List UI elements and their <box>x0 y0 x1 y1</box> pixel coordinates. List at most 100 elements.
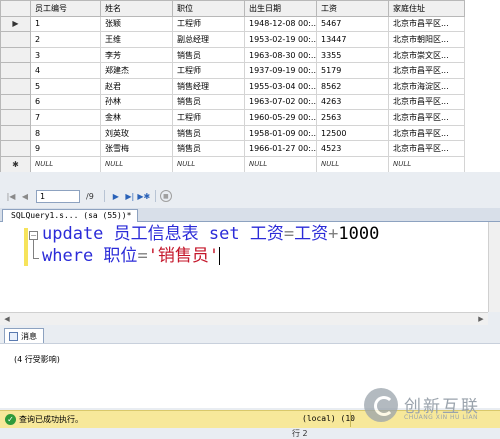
table-cell[interactable]: 销售员 <box>172 140 245 157</box>
table-row[interactable]: 2 王维 副总经理 1953-02-19 00:... 13447 北京市朝阳区... <box>0 31 465 48</box>
row-header[interactable] <box>0 62 31 79</box>
column-header[interactable]: 职位 <box>172 0 245 17</box>
table-cell[interactable]: 李芳 <box>100 46 173 64</box>
sql-editor[interactable]: − update 员工信息表 set 工资=工资+1000 where 职位='… <box>0 222 488 312</box>
table-cell[interactable]: 北京市昌平区... <box>388 15 465 33</box>
row-header[interactable] <box>0 124 31 142</box>
row-header[interactable] <box>0 140 31 157</box>
next-record-icon[interactable]: ▶ <box>109 189 123 203</box>
table-cell[interactable]: 1963-07-02 00:... <box>244 93 317 111</box>
stop-icon[interactable]: ■ <box>159 190 172 202</box>
table-cell[interactable]: 1958-01-09 00:... <box>244 124 317 142</box>
table-row[interactable]: 6 孙林 销售员 1963-07-02 00:... 4263 北京市昌平区... <box>0 93 465 111</box>
null-cell[interactable]: NULL <box>172 155 245 172</box>
table-cell[interactable]: 1966-01-27 00:... <box>244 140 317 157</box>
table-cell[interactable]: 1 <box>30 15 101 33</box>
table-cell[interactable]: 北京市朝阳区... <box>388 31 465 48</box>
row-header[interactable] <box>0 93 31 111</box>
results-grid[interactable]: 员工编号 姓名 职位 出生日期 工资 家庭住址 ▶ 1 张颖 工程师 1948-12-0… <box>0 0 466 172</box>
grid-corner[interactable] <box>0 0 31 17</box>
table-cell[interactable]: 郑建杰 <box>100 62 173 79</box>
table-cell[interactable]: 6 <box>30 93 101 111</box>
editor-horizontal-scrollbar[interactable]: ◀ ▶ <box>0 312 488 325</box>
column-header[interactable]: 家庭住址 <box>388 0 465 17</box>
table-cell[interactable]: 2563 <box>316 109 389 126</box>
null-cell[interactable]: NULL <box>100 155 173 172</box>
table-cell[interactable]: 工程师 <box>172 62 245 79</box>
table-row[interactable]: ▶ 1 张颖 工程师 1948-12-08 00:... 5467 北京市昌平区... <box>0 15 465 33</box>
new-row[interactable]: ✱ NULL NULL NULL NULL NULL NULL <box>0 155 465 172</box>
table-cell[interactable]: 5467 <box>316 15 389 33</box>
table-cell[interactable]: 5 <box>30 77 101 95</box>
table-cell[interactable]: 3355 <box>316 46 389 64</box>
table-cell[interactable]: 3 <box>30 46 101 64</box>
table-cell[interactable]: 8 <box>30 124 101 142</box>
column-header[interactable]: 姓名 <box>100 0 173 17</box>
table-row[interactable]: 7 金林 工程师 1960-05-29 00:... 2563 北京市昌平区... <box>0 109 465 126</box>
column-header[interactable]: 工资 <box>316 0 389 17</box>
new-record-icon[interactable]: ▶✱ <box>137 189 151 203</box>
collapse-icon[interactable]: − <box>29 231 38 240</box>
table-cell[interactable]: 王维 <box>100 31 173 48</box>
row-header[interactable] <box>0 109 31 126</box>
null-cell[interactable]: NULL <box>316 155 389 172</box>
page-number-input[interactable]: 1 <box>36 189 80 203</box>
table-row[interactable]: 4 郑建杰 工程师 1937-09-19 00:... 5179 北京市昌平区... <box>0 62 465 79</box>
row-header[interactable] <box>0 77 31 95</box>
table-cell[interactable]: 13447 <box>316 31 389 48</box>
table-cell[interactable]: 张颖 <box>100 15 173 33</box>
table-cell[interactable]: 工程师 <box>172 109 245 126</box>
scroll-left-icon[interactable]: ◀ <box>2 315 12 323</box>
table-cell[interactable]: 1948-12-08 00:... <box>244 15 317 33</box>
table-cell[interactable]: 1963-08-30 00:... <box>244 46 317 64</box>
table-cell[interactable]: 7 <box>30 109 101 126</box>
table-cell[interactable]: 4523 <box>316 140 389 157</box>
table-cell[interactable]: 北京市昌平区... <box>388 93 465 111</box>
column-header[interactable]: 员工编号 <box>30 0 101 17</box>
tab-messages[interactable]: 消息 <box>4 328 44 343</box>
scroll-right-icon[interactable]: ▶ <box>476 315 486 323</box>
row-header[interactable] <box>0 46 31 64</box>
table-row[interactable]: 8 刘英玫 销售员 1958-01-09 00:... 12500 北京市昌平区... <box>0 124 465 142</box>
table-cell[interactable]: 北京市崇文区... <box>388 46 465 64</box>
table-cell[interactable]: 金林 <box>100 109 173 126</box>
table-cell[interactable]: 销售员 <box>172 46 245 64</box>
column-header[interactable]: 出生日期 <box>244 0 317 17</box>
table-cell[interactable]: 4 <box>30 62 101 79</box>
row-header[interactable] <box>0 31 31 48</box>
previous-record-icon[interactable]: ◀ <box>18 189 32 203</box>
table-cell[interactable]: 1937-09-19 00:... <box>244 62 317 79</box>
table-cell[interactable]: 2 <box>30 31 101 48</box>
new-row-marker[interactable]: ✱ <box>0 155 31 172</box>
tab-sqlquery1[interactable]: SQLQuery1.s... (sa (55))* <box>2 209 139 222</box>
table-row[interactable]: 9 张雪梅 销售员 1966-01-27 00:... 4523 北京市昌平区... <box>0 140 465 157</box>
table-cell[interactable]: 北京市海淀区... <box>388 77 465 95</box>
table-cell[interactable]: 副总经理 <box>172 31 245 48</box>
table-cell[interactable]: 5179 <box>316 62 389 79</box>
table-cell[interactable]: 9 <box>30 140 101 157</box>
table-row[interactable]: 5 赵君 销售经理 1955-03-04 00:... 8562 北京市海淀区... <box>0 77 465 95</box>
table-cell[interactable]: 赵君 <box>100 77 173 95</box>
first-record-icon[interactable]: |◀ <box>4 189 18 203</box>
table-cell[interactable]: 工程师 <box>172 15 245 33</box>
table-cell[interactable]: 8562 <box>316 77 389 95</box>
table-cell[interactable]: 北京市昌平区... <box>388 62 465 79</box>
table-cell[interactable]: 北京市昌平区... <box>388 140 465 157</box>
table-cell[interactable]: 孙林 <box>100 93 173 111</box>
table-cell[interactable]: 北京市昌平区... <box>388 124 465 142</box>
null-cell[interactable]: NULL <box>30 155 101 172</box>
table-cell[interactable]: 1953-02-19 00:... <box>244 31 317 48</box>
table-cell[interactable]: 1960-05-29 00:... <box>244 109 317 126</box>
table-cell[interactable]: 销售员 <box>172 93 245 111</box>
editor-vertical-scrollbar[interactable] <box>488 222 500 312</box>
table-cell[interactable]: 刘英玫 <box>100 124 173 142</box>
row-header[interactable]: ▶ <box>0 15 31 33</box>
table-cell[interactable]: 北京市昌平区... <box>388 109 465 126</box>
table-row[interactable]: 3 李芳 销售员 1963-08-30 00:... 3355 北京市崇文区... <box>0 46 465 64</box>
table-cell[interactable]: 1955-03-04 00:... <box>244 77 317 95</box>
null-cell[interactable]: NULL <box>244 155 317 172</box>
table-cell[interactable]: 4263 <box>316 93 389 111</box>
table-cell[interactable]: 张雪梅 <box>100 140 173 157</box>
table-cell[interactable]: 销售员 <box>172 124 245 142</box>
table-cell[interactable]: 销售经理 <box>172 77 245 95</box>
